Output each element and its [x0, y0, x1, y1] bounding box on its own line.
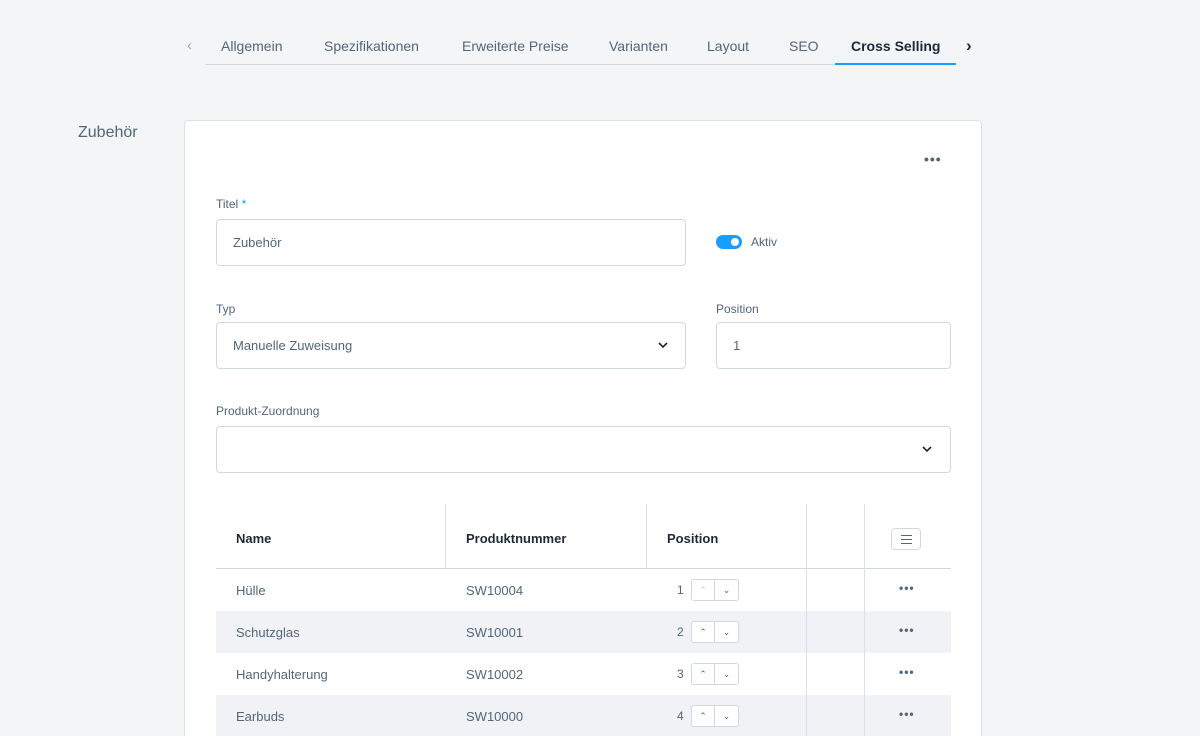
- table-row[interactable]: Handyhalterung SW10002 3 ⌃ ⌄ •••: [216, 653, 951, 695]
- grid-settings-icon[interactable]: [891, 528, 921, 550]
- row-name: Hülle: [236, 583, 266, 598]
- product-assignment-label: Produkt-Zuordnung: [216, 404, 320, 418]
- move-down-icon[interactable]: ⌄: [715, 622, 738, 642]
- move-up-icon[interactable]: ⌃: [692, 580, 715, 600]
- move-up-icon[interactable]: ⌃: [692, 706, 715, 726]
- move-up-icon[interactable]: ⌃: [692, 622, 715, 642]
- row-name: Handyhalterung: [236, 667, 328, 682]
- column-divider: [806, 504, 807, 736]
- row-context-menu-button[interactable]: •••: [899, 707, 915, 721]
- section-title: Zubehör: [78, 124, 138, 141]
- row-product-number: SW10001: [466, 625, 524, 640]
- tab-layout[interactable]: Layout: [707, 30, 749, 65]
- move-down-icon[interactable]: ⌄: [715, 580, 738, 600]
- tab-bar: ‹ Allgemein Spezifikationen Erweiterte P…: [183, 30, 983, 66]
- tab-spezifikationen[interactable]: Spezifikationen: [324, 30, 419, 65]
- column-header-name[interactable]: Name: [236, 531, 271, 546]
- chevron-left-icon[interactable]: ‹: [187, 38, 192, 54]
- table-row[interactable]: Schutzglas SW10001 2 ⌃ ⌄ •••: [216, 611, 951, 653]
- type-field-label: Typ: [216, 302, 236, 316]
- row-context-menu-button[interactable]: •••: [899, 581, 915, 595]
- move-down-icon[interactable]: ⌄: [715, 706, 738, 726]
- column-divider: [646, 504, 647, 569]
- position-input[interactable]: 1: [716, 322, 951, 369]
- move-up-icon[interactable]: ⌃: [692, 664, 715, 684]
- row-name: Earbuds: [236, 709, 285, 724]
- grid-header: Name Produktnummer Position: [216, 504, 951, 569]
- column-header-position[interactable]: Position: [667, 531, 718, 546]
- column-divider: [864, 504, 865, 736]
- position-stepper: ⌃ ⌄: [691, 579, 739, 601]
- row-product-number: SW10000: [466, 709, 524, 724]
- row-context-menu-button[interactable]: •••: [899, 665, 915, 679]
- tab-bar-underline: [205, 64, 940, 65]
- chevron-down-icon: [922, 446, 932, 453]
- cross-selling-card: ••• Titel * Zubehör Aktiv Typ Manuelle Z…: [184, 120, 982, 736]
- move-down-icon[interactable]: ⌄: [715, 664, 738, 684]
- row-position: 1: [677, 583, 684, 597]
- type-select-value: Manuelle Zuweisung: [233, 338, 353, 353]
- position-stepper: ⌃ ⌄: [691, 663, 739, 685]
- position-stepper: ⌃ ⌄: [691, 621, 739, 643]
- row-product-number: SW10004: [466, 583, 524, 598]
- chevron-down-icon: [658, 342, 668, 349]
- column-divider: [445, 504, 446, 569]
- tab-cross-selling[interactable]: Cross Selling: [835, 30, 957, 65]
- title-label-text: Titel: [216, 197, 239, 211]
- active-toggle[interactable]: [716, 235, 742, 249]
- tab-erweiterte-preise[interactable]: Erweiterte Preise: [462, 30, 569, 65]
- product-assignment-select[interactable]: [216, 426, 951, 473]
- product-grid: Name Produktnummer Position Hülle SW1000…: [216, 504, 951, 736]
- tab-varianten[interactable]: Varianten: [609, 30, 668, 65]
- row-position: 3: [677, 667, 684, 681]
- type-select[interactable]: Manuelle Zuweisung: [216, 322, 686, 369]
- chevron-right-icon[interactable]: ›: [966, 37, 972, 54]
- active-toggle-label: Aktiv: [751, 235, 778, 249]
- column-header-product-number[interactable]: Produktnummer: [466, 531, 566, 546]
- row-position: 2: [677, 625, 684, 639]
- position-stepper: ⌃ ⌄: [691, 705, 739, 727]
- row-position: 4: [677, 709, 684, 723]
- title-field-label: Titel *: [216, 197, 246, 211]
- row-context-menu-button[interactable]: •••: [899, 623, 915, 637]
- tab-allgemein[interactable]: Allgemein: [221, 30, 282, 65]
- table-row[interactable]: Earbuds SW10000 4 ⌃ ⌄ •••: [216, 695, 951, 736]
- required-marker: *: [241, 197, 247, 211]
- card-context-menu-button[interactable]: •••: [924, 151, 942, 167]
- position-field-label: Position: [716, 302, 759, 316]
- row-name: Schutzglas: [236, 625, 300, 640]
- tab-seo[interactable]: SEO: [789, 30, 819, 65]
- title-input[interactable]: Zubehör: [216, 219, 686, 266]
- row-product-number: SW10002: [466, 667, 524, 682]
- table-row[interactable]: Hülle SW10004 1 ⌃ ⌄ •••: [216, 569, 951, 611]
